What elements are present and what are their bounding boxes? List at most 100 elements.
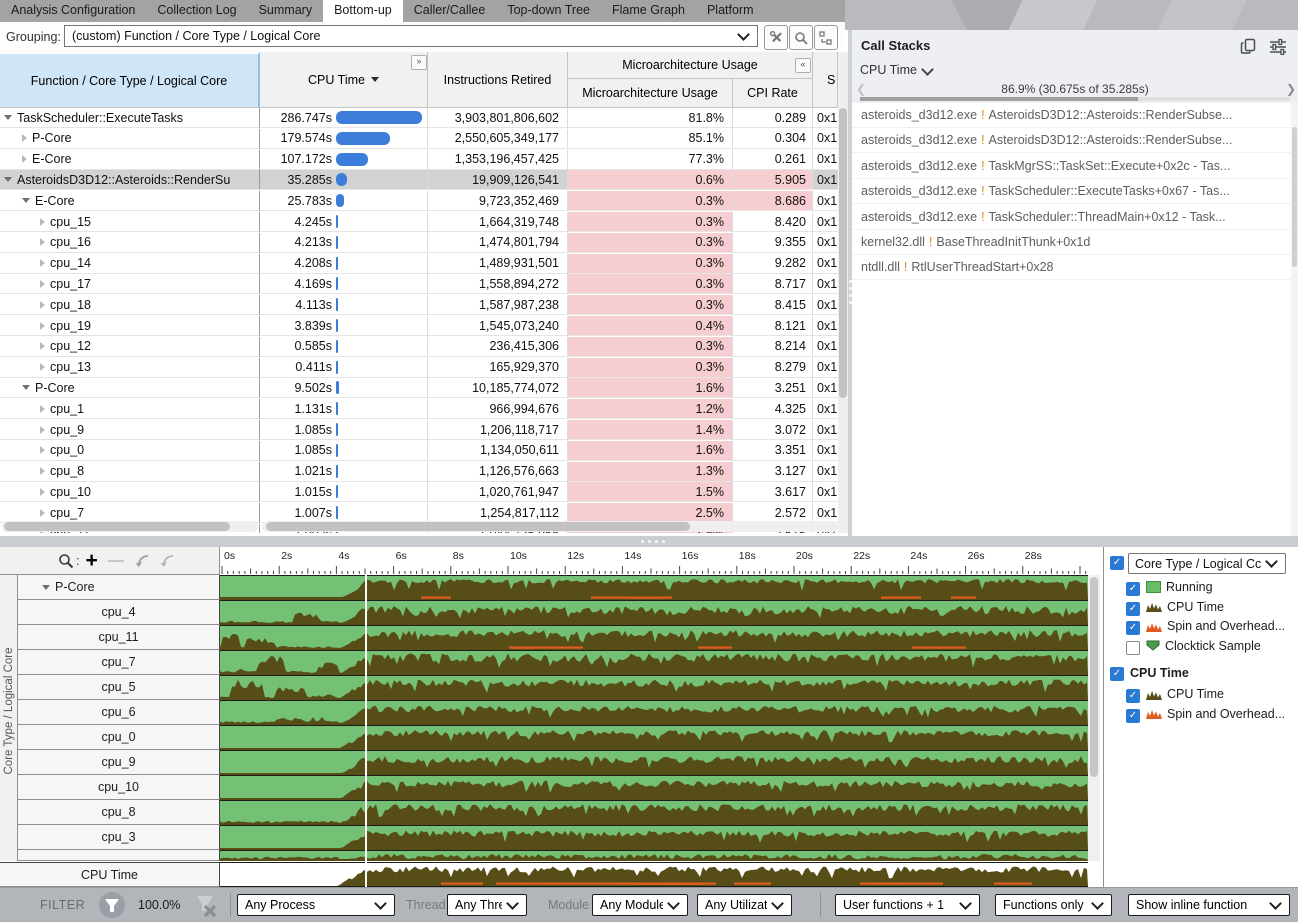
table-row[interactable]: cpu_154.245s1,664,319,7480.3%8.4200x1 (0, 212, 838, 233)
table-row[interactable]: cpu_164.213s1,474,801,7940.3%9.3550x1 (0, 233, 838, 254)
expand-arrow-icon[interactable] (40, 259, 45, 267)
expand-arrow-icon[interactable] (40, 280, 45, 288)
timeline-row-chart[interactable] (220, 575, 1088, 600)
table-row[interactable]: cpu_144.208s1,489,931,5010.3%9.2820x1 (0, 254, 838, 275)
table-row[interactable]: cpu_91.085s1,206,118,7171.4%3.0720x1 (0, 420, 838, 441)
timeline-row-label-cpu_8[interactable]: cpu_8 (18, 800, 220, 825)
table-row[interactable]: cpu_174.169s1,558,894,2720.3%8.7170x1 (0, 274, 838, 295)
call-stack-mode-filter-select[interactable]: User functions + 1 (835, 894, 980, 916)
grid-vscrollbar[interactable] (838, 52, 848, 533)
timeline-row-chart[interactable] (220, 675, 1088, 700)
column-header-next-clipped[interactable]: S (813, 52, 838, 108)
legend-item-checkbox[interactable]: ✓ (1126, 709, 1140, 723)
legend-item-checkbox[interactable]: ✓ (1126, 582, 1140, 596)
legend-item-checkbox[interactable]: ✓ (1126, 689, 1140, 703)
tab-top-down-tree[interactable]: Top-down Tree (496, 0, 601, 22)
timeline-row-chart[interactable] (220, 775, 1088, 800)
timeline-row-label-cpu_11[interactable]: cpu_11 (18, 625, 220, 650)
column-header-function[interactable]: Function / Core Type / Logical Core (0, 52, 260, 108)
table-row[interactable]: cpu_81.021s1,126,576,6631.3%3.1270x1 (0, 462, 838, 483)
table-row[interactable]: cpu_184.113s1,587,987,2380.3%8.4150x1 (0, 295, 838, 316)
timeline-row-label-cpu_9[interactable]: cpu_9 (18, 750, 220, 775)
stack-frame[interactable]: asteroids_d3d12.exe!TaskScheduler::Execu… (852, 179, 1298, 204)
table-row[interactable]: P-Core9.502s10,185,774,0721.6%3.2510x1 (0, 378, 838, 399)
timeline-vscrollbar[interactable] (1088, 575, 1100, 861)
tab-collection-log[interactable]: Collection Log (146, 0, 247, 22)
column-header-microarchitecture-usage[interactable]: Microarchitecture Usage (568, 79, 733, 108)
column-group-microarchitecture-usage[interactable]: Microarchitecture Usage (568, 52, 813, 79)
timeline-row-chart-clipped[interactable] (220, 850, 1088, 861)
zoom-magnifier-icon[interactable] (58, 553, 74, 569)
expand-arrow-icon[interactable] (40, 218, 45, 226)
timeline-row-chart[interactable] (220, 750, 1088, 775)
legend-group-checkbox[interactable]: ✓ (1110, 556, 1124, 570)
timeline-row-label-cpu_7[interactable]: cpu_7 (18, 650, 220, 675)
table-row[interactable]: cpu_01.085s1,134,050,6111.6%3.3510x1 (0, 441, 838, 462)
timeline-row-label-cpu_0[interactable]: cpu_0 (18, 725, 220, 750)
table-row[interactable]: E-Core107.172s1,353,196,457,42577.3%0.26… (0, 150, 838, 171)
tab-flame-graph[interactable]: Flame Graph (601, 0, 696, 22)
expand-arrow-icon[interactable] (40, 322, 45, 330)
reset-zoom-icon[interactable] (159, 554, 176, 568)
stack-frame[interactable]: asteroids_d3d12.exe!TaskMgrSS::TaskSet::… (852, 154, 1298, 179)
expand-arrow-icon[interactable] (40, 301, 45, 309)
tab-summary[interactable]: Summary (248, 0, 323, 22)
stack-frame[interactable]: asteroids_d3d12.exe!AsteroidsD3D12::Aste… (852, 128, 1298, 153)
grouping-select[interactable]: (custom) Function / Core Type / Logical … (64, 25, 758, 47)
undo-zoom-icon[interactable] (134, 554, 151, 568)
expand-arrow-icon[interactable] (22, 155, 27, 163)
clear-filters-button[interactable] (192, 892, 218, 921)
expand-arrow-icon[interactable] (40, 467, 45, 475)
timeline-row-chart[interactable] (220, 725, 1088, 750)
timeline-row-chart[interactable] (220, 650, 1088, 675)
copy-button[interactable] (1240, 38, 1257, 58)
tab-caller-callee[interactable]: Caller/Callee (403, 0, 497, 22)
stack-frame[interactable]: asteroids_d3d12.exe!TaskScheduler::Threa… (852, 205, 1298, 230)
timeline-cpu-time-row-label[interactable]: CPU Time (0, 862, 220, 887)
timeline-row-label-clipped[interactable] (18, 850, 220, 861)
utilization-filter-select[interactable]: Any Utilization (697, 894, 792, 916)
timeline-row-chart[interactable] (220, 800, 1088, 825)
legend-item-checkbox[interactable]: ✓ (1126, 602, 1140, 616)
timeline-row-label-cpu_4[interactable]: cpu_4 (18, 600, 220, 625)
collapse-arrow-icon[interactable] (22, 385, 30, 390)
collapse-arrow-icon[interactable] (22, 198, 30, 203)
search-button[interactable] (789, 25, 813, 50)
timeline-cpu-time-chart[interactable] (220, 862, 1088, 887)
column-header-instructions-retired[interactable]: Instructions Retired (428, 52, 568, 108)
expand-arrow-icon[interactable] (40, 238, 45, 246)
expand-arrow-icon[interactable] (22, 134, 27, 142)
inline-mode-filter-select[interactable]: Show inline function (1128, 894, 1290, 916)
loop-mode-filter-select[interactable]: Functions only (995, 894, 1112, 916)
table-row[interactable]: cpu_130.411s165,929,3700.3%8.2790x1 (0, 358, 838, 379)
grid-hscrollbar-right[interactable] (262, 521, 838, 532)
call-stacks-settings-button[interactable] (1269, 38, 1287, 58)
legend-group-checkbox[interactable]: ✓ (1110, 667, 1124, 681)
timeline-row-label-cpu_5[interactable]: cpu_5 (18, 675, 220, 700)
stack-frame[interactable]: asteroids_d3d12.exe!AsteroidsD3D12::Aste… (852, 103, 1298, 128)
expand-arrow-icon[interactable] (40, 509, 45, 517)
tab-platform[interactable]: Platform (696, 0, 765, 22)
timeline-row-chart[interactable] (220, 825, 1088, 850)
tab-bottom-up[interactable]: Bottom-up (323, 0, 403, 22)
table-row[interactable]: E-Core25.783s9,723,352,4690.3%8.6860x1 (0, 191, 838, 212)
table-row[interactable]: TaskScheduler::ExecuteTasks286.747s3,903… (0, 108, 838, 129)
table-row[interactable]: cpu_120.585s236,415,3060.3%8.2140x1 (0, 337, 838, 358)
expand-arrow-icon[interactable] (40, 363, 45, 371)
process-filter-select[interactable]: Any Process (237, 894, 395, 916)
column-header-cpu-time[interactable]: CPU Time (260, 52, 428, 108)
expand-arrow-icon[interactable] (40, 488, 45, 496)
timeline-row-label-cpu_6[interactable]: cpu_6 (18, 700, 220, 725)
timeline-row-chart[interactable] (220, 700, 1088, 725)
expand-arrow-icon[interactable] (40, 342, 45, 350)
table-row[interactable]: cpu_101.015s1,020,761,9471.5%3.6170x1 (0, 482, 838, 503)
zoom-in-button[interactable]: + (85, 552, 97, 570)
expand-arrow-icon[interactable] (40, 405, 45, 413)
expand-arrow-icon[interactable] (40, 426, 45, 434)
tab-analysis-configuration[interactable]: Analysis Configuration (0, 0, 146, 22)
collapse-arrow-icon[interactable] (42, 585, 50, 590)
zoom-out-button[interactable]: — (108, 552, 124, 570)
timeline-row-label-cpu_3[interactable]: cpu_3 (18, 825, 220, 850)
collapse-uarch-column-button[interactable]: « (795, 58, 811, 73)
horizontal-splitter[interactable] (0, 536, 1298, 547)
